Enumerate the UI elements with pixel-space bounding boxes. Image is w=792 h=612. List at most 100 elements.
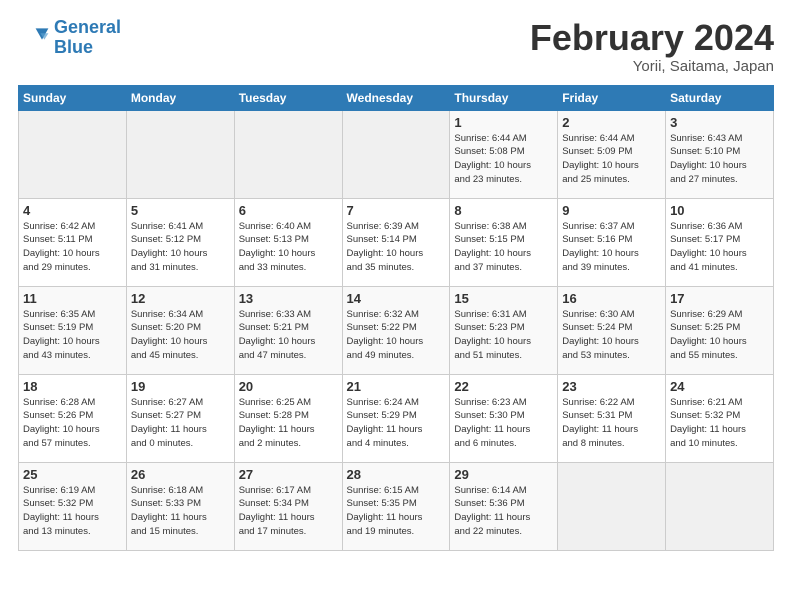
day-info: Sunrise: 6:43 AM Sunset: 5:10 PM Dayligh… [670, 132, 769, 187]
day-cell: 9 Sunrise: 6:37 AM Sunset: 5:16 PM Daylig… [558, 198, 666, 286]
day-cell: 28Sunrise: 6:15 AM Sunset: 5:35 PM Dayli… [342, 462, 450, 550]
day-cell: 20 Sunrise: 6:25 AM Sunset: 5:28 PM Dayli… [234, 374, 342, 462]
weekday-header-wednesday: Wednesday [342, 85, 450, 110]
day-cell: 22 Sunrise: 6:23 AM Sunset: 5:30 PM Dayli… [450, 374, 558, 462]
day-cell: 10 Sunrise: 6:36 AM Sunset: 5:17 PM Dayli… [666, 198, 774, 286]
week-row-2: 11 Sunrise: 6:35 AM Sunset: 5:19 PM Dayli… [19, 286, 774, 374]
day-number: 29 [454, 467, 553, 482]
title-block: February 2024 Yorii, Saitama, Japan [530, 18, 774, 75]
day-number: 7 [347, 203, 446, 218]
day-info: Sunrise: 6:41 AM Sunset: 5:12 PM Dayligh… [131, 220, 230, 275]
weekday-header-row: SundayMondayTuesdayWednesdayThursdayFrid… [19, 85, 774, 110]
day-info: Sunrise: 6:27 AM Sunset: 5:27 PM Dayligh… [131, 396, 230, 451]
day-number: 20 [239, 379, 338, 394]
weekday-header-sunday: Sunday [19, 85, 127, 110]
day-info: Sunrise: 6:23 AM Sunset: 5:30 PM Dayligh… [454, 396, 553, 451]
day-number: 9 [562, 203, 661, 218]
day-cell: 21 Sunrise: 6:24 AM Sunset: 5:29 PM Dayli… [342, 374, 450, 462]
logo-line2: Blue [54, 37, 93, 57]
day-number: 4 [23, 203, 122, 218]
day-number: 13 [239, 291, 338, 306]
day-cell: 4Sunrise: 6:42 AM Sunset: 5:11 PM Daylig… [19, 198, 127, 286]
day-number: 14 [347, 291, 446, 306]
logo-text: General Blue [54, 18, 121, 58]
weekday-header-saturday: Saturday [666, 85, 774, 110]
calendar-title: February 2024 [530, 18, 774, 58]
day-cell: 7Sunrise: 6:39 AM Sunset: 5:14 PM Daylig… [342, 198, 450, 286]
day-number: 6 [239, 203, 338, 218]
day-info: Sunrise: 6:31 AM Sunset: 5:23 PM Dayligh… [454, 308, 553, 363]
logo-icon [18, 22, 50, 54]
day-cell: 17 Sunrise: 6:29 AM Sunset: 5:25 PM Dayli… [666, 286, 774, 374]
day-info: Sunrise: 6:34 AM Sunset: 5:20 PM Dayligh… [131, 308, 230, 363]
day-cell: 19Sunrise: 6:27 AM Sunset: 5:27 PM Dayli… [126, 374, 234, 462]
day-cell [19, 110, 127, 198]
day-number: 24 [670, 379, 769, 394]
day-info: Sunrise: 6:21 AM Sunset: 5:32 PM Dayligh… [670, 396, 769, 451]
day-number: 16 [562, 291, 661, 306]
day-info: Sunrise: 6:44 AM Sunset: 5:08 PM Dayligh… [454, 132, 553, 187]
day-info: Sunrise: 6:36 AM Sunset: 5:17 PM Dayligh… [670, 220, 769, 275]
day-cell: 2Sunrise: 6:44 AM Sunset: 5:09 PM Daylig… [558, 110, 666, 198]
week-row-0: 1 Sunrise: 6:44 AM Sunset: 5:08 PM Daylig… [19, 110, 774, 198]
weekday-header-friday: Friday [558, 85, 666, 110]
day-cell: 18 Sunrise: 6:28 AM Sunset: 5:26 PM Dayli… [19, 374, 127, 462]
day-number: 21 [347, 379, 446, 394]
day-number: 3 [670, 115, 769, 130]
weekday-header-tuesday: Tuesday [234, 85, 342, 110]
day-cell: 3 Sunrise: 6:43 AM Sunset: 5:10 PM Daylig… [666, 110, 774, 198]
day-cell: 26Sunrise: 6:18 AM Sunset: 5:33 PM Dayli… [126, 462, 234, 550]
day-number: 15 [454, 291, 553, 306]
day-info: Sunrise: 6:24 AM Sunset: 5:29 PM Dayligh… [347, 396, 446, 451]
day-info: Sunrise: 6:32 AM Sunset: 5:22 PM Dayligh… [347, 308, 446, 363]
day-number: 10 [670, 203, 769, 218]
day-cell: 16 Sunrise: 6:30 AM Sunset: 5:24 PM Dayli… [558, 286, 666, 374]
day-cell [558, 462, 666, 550]
logo-line1: General [54, 17, 121, 37]
day-info: Sunrise: 6:40 AM Sunset: 5:13 PM Dayligh… [239, 220, 338, 275]
day-number: 17 [670, 291, 769, 306]
week-row-4: 25Sunrise: 6:19 AM Sunset: 5:32 PM Dayli… [19, 462, 774, 550]
calendar-subtitle: Yorii, Saitama, Japan [530, 58, 774, 75]
header: General Blue February 2024 Yorii, Saitam… [18, 18, 774, 75]
day-info: Sunrise: 6:30 AM Sunset: 5:24 PM Dayligh… [562, 308, 661, 363]
day-info: Sunrise: 6:14 AM Sunset: 5:36 PM Dayligh… [454, 484, 553, 539]
day-number: 23 [562, 379, 661, 394]
day-number: 22 [454, 379, 553, 394]
week-row-1: 4Sunrise: 6:42 AM Sunset: 5:11 PM Daylig… [19, 198, 774, 286]
day-info: Sunrise: 6:33 AM Sunset: 5:21 PM Dayligh… [239, 308, 338, 363]
weekday-header-monday: Monday [126, 85, 234, 110]
day-cell [342, 110, 450, 198]
day-info: Sunrise: 6:38 AM Sunset: 5:15 PM Dayligh… [454, 220, 553, 275]
day-cell: 8Sunrise: 6:38 AM Sunset: 5:15 PM Daylig… [450, 198, 558, 286]
day-cell: 23 Sunrise: 6:22 AM Sunset: 5:31 PM Dayli… [558, 374, 666, 462]
day-info: Sunrise: 6:22 AM Sunset: 5:31 PM Dayligh… [562, 396, 661, 451]
day-cell: 24 Sunrise: 6:21 AM Sunset: 5:32 PM Dayli… [666, 374, 774, 462]
day-number: 11 [23, 291, 122, 306]
day-cell [234, 110, 342, 198]
day-number: 27 [239, 467, 338, 482]
day-number: 1 [454, 115, 553, 130]
day-number: 26 [131, 467, 230, 482]
day-number: 28 [347, 467, 446, 482]
day-info: Sunrise: 6:28 AM Sunset: 5:26 PM Dayligh… [23, 396, 122, 451]
day-info: Sunrise: 6:25 AM Sunset: 5:28 PM Dayligh… [239, 396, 338, 451]
weekday-header-thursday: Thursday [450, 85, 558, 110]
day-info: Sunrise: 6:29 AM Sunset: 5:25 PM Dayligh… [670, 308, 769, 363]
day-cell: 25Sunrise: 6:19 AM Sunset: 5:32 PM Dayli… [19, 462, 127, 550]
day-number: 5 [131, 203, 230, 218]
week-row-3: 18 Sunrise: 6:28 AM Sunset: 5:26 PM Dayli… [19, 374, 774, 462]
day-number: 18 [23, 379, 122, 394]
day-cell: 29 Sunrise: 6:14 AM Sunset: 5:36 PM Dayli… [450, 462, 558, 550]
day-cell: 14 Sunrise: 6:32 AM Sunset: 5:22 PM Dayli… [342, 286, 450, 374]
day-cell [126, 110, 234, 198]
day-cell: 5 Sunrise: 6:41 AM Sunset: 5:12 PM Daylig… [126, 198, 234, 286]
day-info: Sunrise: 6:37 AM Sunset: 5:16 PM Dayligh… [562, 220, 661, 275]
day-info: Sunrise: 6:35 AM Sunset: 5:19 PM Dayligh… [23, 308, 122, 363]
day-info: Sunrise: 6:44 AM Sunset: 5:09 PM Dayligh… [562, 132, 661, 187]
day-cell: 15 Sunrise: 6:31 AM Sunset: 5:23 PM Dayli… [450, 286, 558, 374]
calendar-table: SundayMondayTuesdayWednesdayThursdayFrid… [18, 85, 774, 551]
day-info: Sunrise: 6:17 AM Sunset: 5:34 PM Dayligh… [239, 484, 338, 539]
logo: General Blue [18, 18, 121, 58]
page: General Blue February 2024 Yorii, Saitam… [0, 0, 792, 612]
